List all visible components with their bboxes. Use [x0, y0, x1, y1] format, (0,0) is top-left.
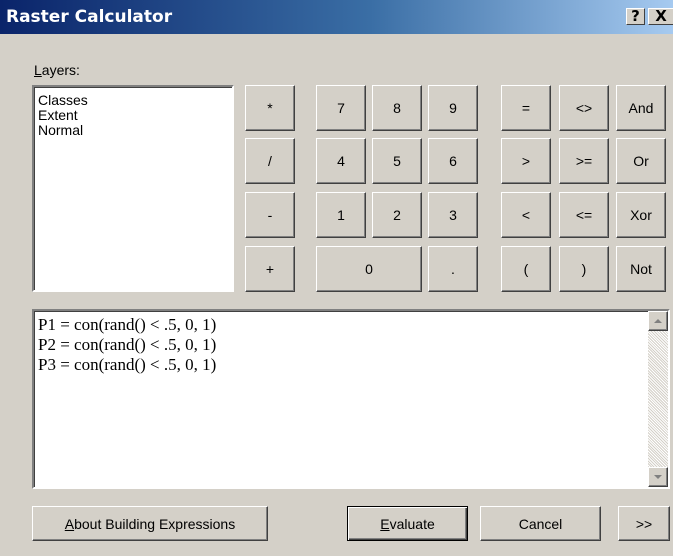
digit-2-button[interactable]: 2 — [372, 192, 422, 238]
evaluate-rest: valuate — [389, 515, 435, 532]
help-button[interactable]: ? — [626, 8, 645, 25]
scroll-down-button[interactable] — [648, 467, 668, 487]
title-bar[interactable]: Raster Calculator ? X — [0, 0, 673, 34]
layer-item[interactable]: Normal — [34, 123, 232, 138]
not-equal-button[interactable]: <> — [559, 85, 609, 131]
evaluate-key: E — [380, 515, 390, 532]
layers-list[interactable]: Classes Extent Normal — [32, 85, 234, 292]
greater-than-button[interactable]: > — [501, 138, 551, 184]
minus-button[interactable]: - — [245, 192, 295, 238]
multiply-button[interactable]: * — [245, 85, 295, 131]
digit-4-button[interactable]: 4 — [316, 138, 366, 184]
divide-button[interactable]: / — [245, 138, 295, 184]
right-paren-button[interactable]: ) — [559, 246, 609, 292]
scroll-down-arrow-icon — [654, 475, 662, 479]
expression-line: P2 = con(rand() < .5, 0, 1) — [38, 335, 217, 354]
evaluate-button[interactable]: Evaluate — [347, 506, 468, 541]
scroll-up-arrow-icon — [654, 319, 662, 323]
digit-6-button[interactable]: 6 — [428, 138, 478, 184]
window-title: Raster Calculator — [6, 7, 173, 27]
digit-0-button[interactable]: 0 — [316, 246, 422, 292]
greater-equal-button[interactable]: >= — [559, 138, 609, 184]
or-button[interactable]: Or — [616, 138, 666, 184]
about-key: A — [64, 515, 75, 532]
layers-label-rest: ayers: — [41, 62, 80, 78]
expression-line: P1 = con(rand() < .5, 0, 1) — [38, 315, 217, 334]
close-button[interactable]: X — [648, 8, 673, 25]
plus-button[interactable]: + — [245, 246, 295, 292]
vertical-scrollbar[interactable] — [648, 311, 668, 487]
expand-button[interactable]: >> — [618, 506, 670, 541]
digit-9-button[interactable]: 9 — [428, 85, 478, 131]
expression-text[interactable]: P1 = con(rand() < .5, 0, 1) P2 = con(rand… — [38, 315, 644, 375]
less-equal-button[interactable]: <= — [559, 192, 609, 238]
expression-line: P3 = con(rand() < .5, 0, 1) — [38, 355, 217, 374]
equals-button[interactable]: = — [501, 85, 551, 131]
left-paren-button[interactable]: ( — [501, 246, 551, 292]
cancel-button[interactable]: Cancel — [480, 506, 601, 541]
digit-8-button[interactable]: 8 — [372, 85, 422, 131]
less-than-button[interactable]: < — [501, 192, 551, 238]
expression-editor[interactable]: P1 = con(rand() < .5, 0, 1) P2 = con(rand… — [32, 309, 670, 489]
about-building-expressions-button[interactable]: About Building Expressions — [32, 506, 268, 541]
layers-label: Layers: — [34, 62, 80, 78]
layers-label-key: L — [34, 62, 42, 78]
digit-7-button[interactable]: 7 — [316, 85, 366, 131]
layer-item[interactable]: Extent — [34, 108, 232, 123]
layer-item[interactable]: Classes — [34, 93, 232, 108]
digit-3-button[interactable]: 3 — [428, 192, 478, 238]
scroll-up-button[interactable] — [648, 311, 668, 331]
xor-button[interactable]: Xor — [616, 192, 666, 238]
about-rest: bout Building Expressions — [74, 515, 236, 532]
digit-5-button[interactable]: 5 — [372, 138, 422, 184]
and-button[interactable]: And — [616, 85, 666, 131]
digit-1-button[interactable]: 1 — [316, 192, 366, 238]
decimal-point-button[interactable]: . — [428, 246, 478, 292]
not-button[interactable]: Not — [616, 246, 666, 292]
